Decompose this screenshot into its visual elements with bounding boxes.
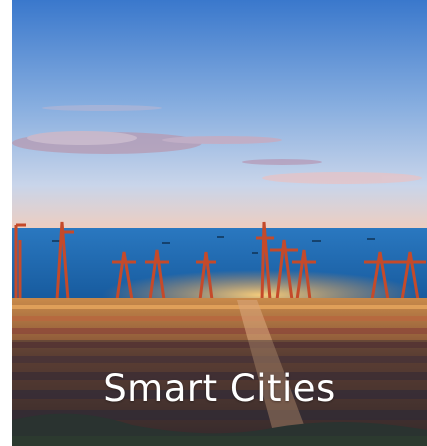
smart-cities-tile[interactable]: Smart Cities (12, 0, 427, 446)
sky (12, 0, 427, 232)
caption-bar: Smart Cities (12, 340, 427, 436)
tile-caption: Smart Cities (103, 366, 336, 410)
